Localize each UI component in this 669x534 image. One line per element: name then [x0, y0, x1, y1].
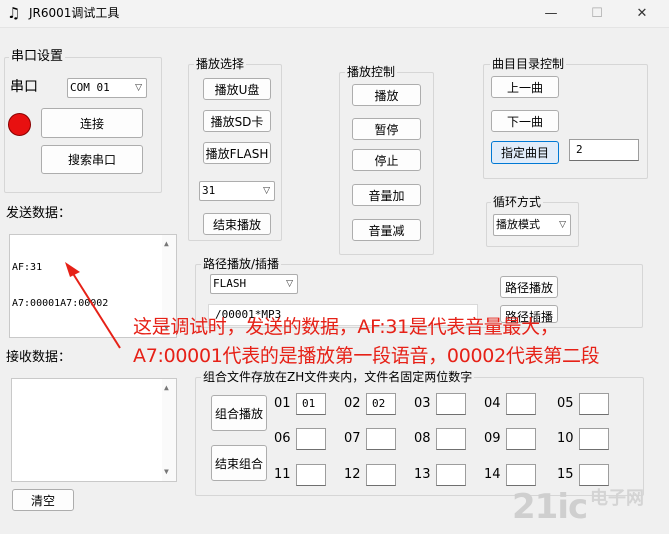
watermark-logo: 21ic 电子网 [512, 487, 662, 529]
watermark-tag: 电子网 [590, 488, 644, 509]
annotation-line-2: A7:00001代表的是播放第一段语音，00002代表第二段 [133, 345, 600, 367]
annotation-arrow [65, 262, 121, 349]
annotation-arrow-head [65, 262, 80, 277]
annotation-line-1: 这是调试时，发送的数据，AF:31是代表音量最大， [133, 316, 559, 338]
watermark-brand: 21ic [512, 487, 588, 527]
annotation-arrow-line [71, 271, 121, 349]
